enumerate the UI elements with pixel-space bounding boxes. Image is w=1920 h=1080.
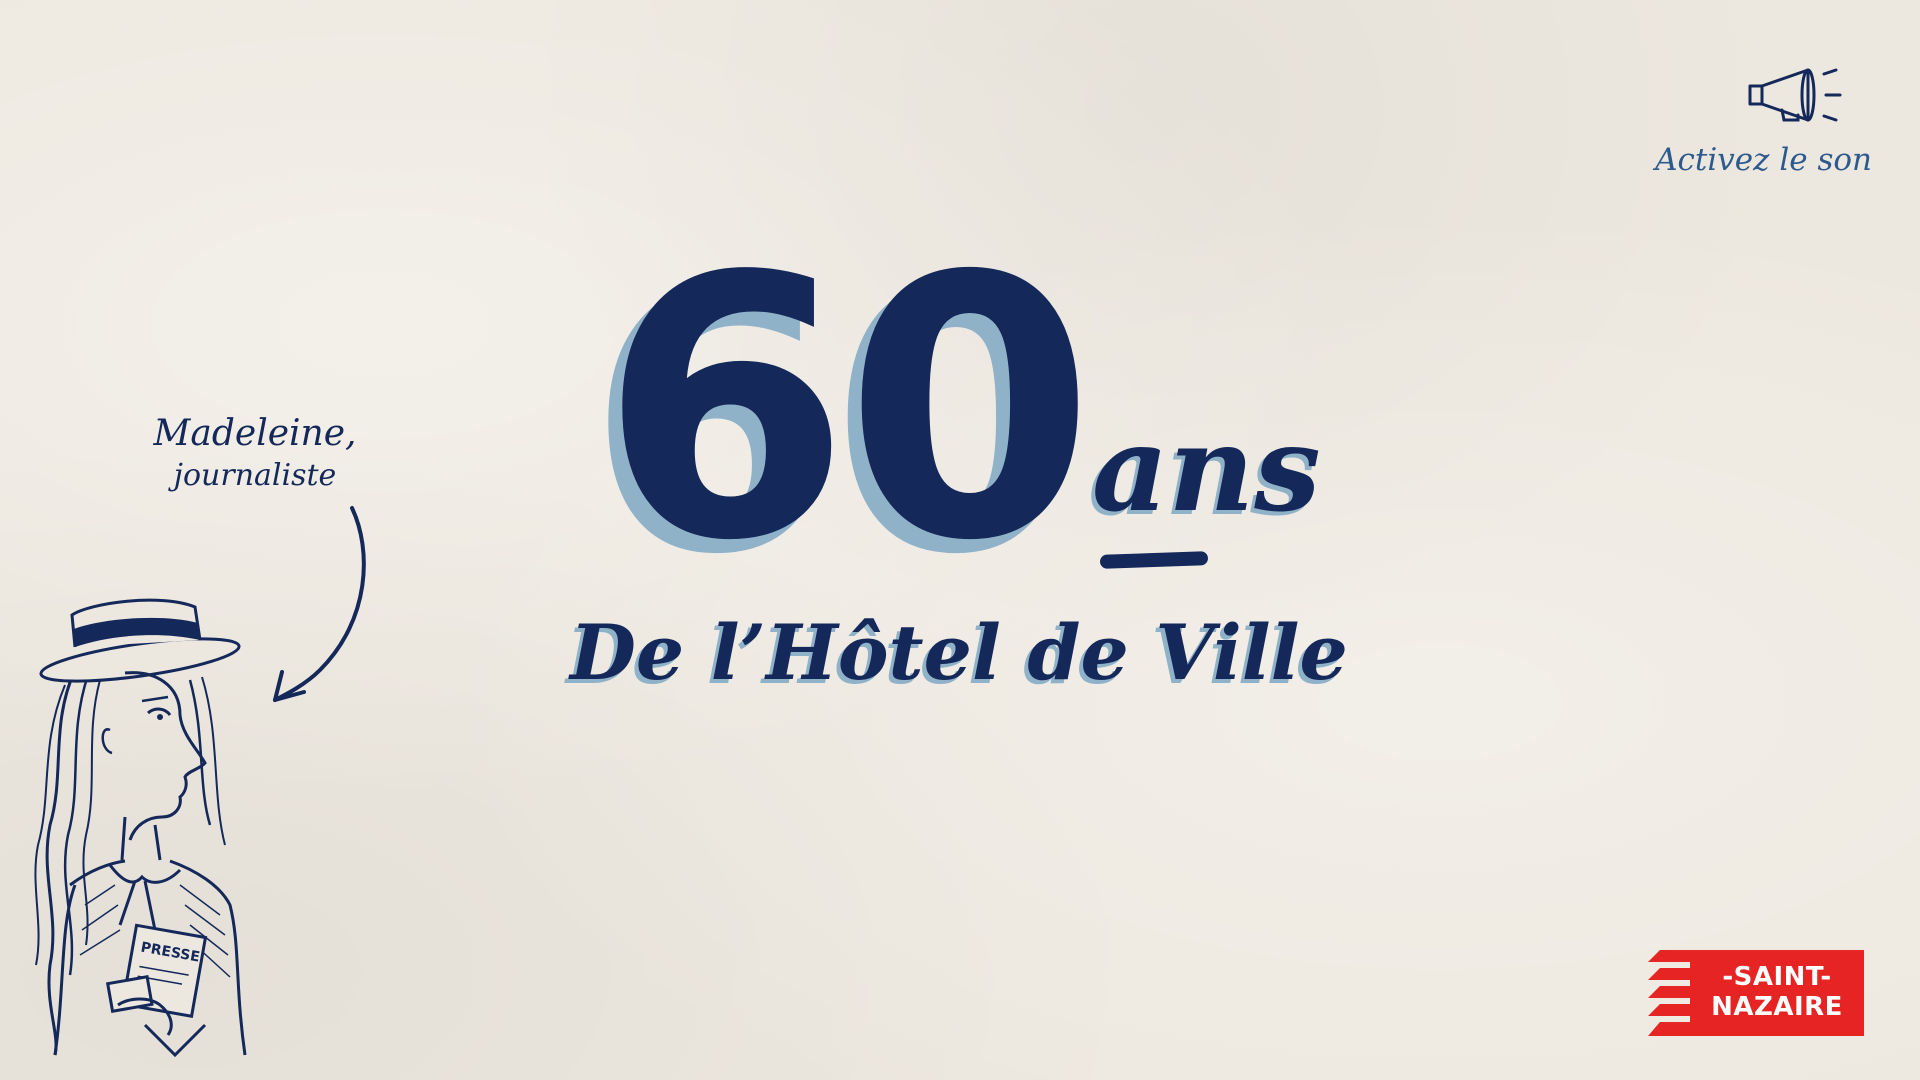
saint-nazaire-logo: -SAINT- NAZAIRE bbox=[1648, 950, 1864, 1036]
logo-line-1: -SAINT- bbox=[1722, 962, 1832, 992]
megaphone-icon bbox=[1748, 68, 1842, 122]
title-number: 60 bbox=[600, 200, 1095, 619]
journalist-illustration: PRESSE bbox=[34, 598, 247, 1058]
title-subtitle: De l’Hôtel de Ville bbox=[570, 608, 1348, 697]
title-suffix-underline bbox=[1099, 551, 1209, 569]
sound-label: Activez le son bbox=[1655, 142, 1872, 178]
character-caption: Madeleine, journaliste bbox=[130, 412, 380, 496]
curved-arrow-icon bbox=[273, 506, 366, 702]
title-suffix: ans bbox=[1092, 399, 1321, 538]
logo-text: -SAINT- NAZAIRE bbox=[1690, 962, 1864, 1022]
character-role: journaliste bbox=[173, 458, 337, 493]
character-name: Madeleine, bbox=[153, 413, 357, 454]
title-block: 60 ans De l’Hôtel de Ville bbox=[560, 230, 1360, 730]
sound-toggle[interactable]: Activez le son bbox=[1646, 52, 1876, 192]
logo-line-2: NAZAIRE bbox=[1711, 992, 1843, 1022]
